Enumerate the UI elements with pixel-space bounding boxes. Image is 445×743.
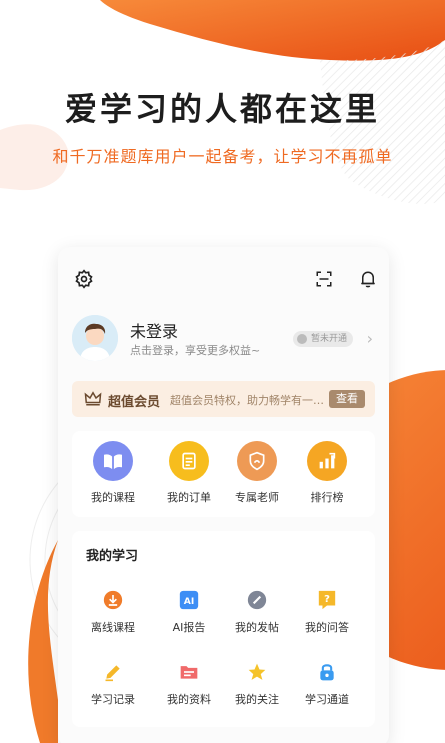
post-icon: [246, 589, 268, 611]
avatar[interactable]: [72, 315, 118, 361]
app-screen-card: 未登录 点击登录，享受更多权益~ 暂未开通 › 超值会员 超值会员特权，助力畅学…: [58, 247, 389, 743]
folder-icon: [178, 661, 200, 683]
vip-status-badge: 暂未开通: [292, 331, 353, 347]
study-item-my-materials[interactable]: 我的资料: [154, 661, 224, 707]
quick-item-ranking[interactable]: 排行榜: [292, 441, 362, 505]
quick-item-orders[interactable]: 我的订单: [154, 441, 224, 505]
svg-text:?: ?: [324, 594, 330, 605]
vip-icon: [296, 334, 307, 344]
download-icon: [102, 589, 124, 611]
settings-icon[interactable]: [70, 265, 98, 293]
quick-label: 我的课程: [91, 491, 135, 504]
teacher-icon: [237, 441, 277, 481]
study-item-my-follows[interactable]: 我的关注: [222, 661, 292, 707]
member-view-button[interactable]: 查看: [329, 390, 365, 408]
bell-icon[interactable]: [354, 265, 382, 293]
study-label: 学习通道: [305, 693, 349, 706]
study-item-learning-record[interactable]: 学习记录: [78, 661, 148, 707]
study-label: 离线课程: [91, 621, 135, 634]
ranking-icon: [307, 441, 347, 481]
study-label: AI报告: [172, 621, 206, 634]
svg-text:AI: AI: [184, 596, 195, 607]
lock-icon: [316, 661, 338, 683]
study-label: 我的资料: [167, 693, 211, 706]
pencil-icon: [102, 661, 124, 683]
study-item-my-posts[interactable]: 我的发帖: [222, 589, 292, 635]
hero-title: 爱学习的人都在这里: [64, 90, 380, 128]
hero-subtitle: 和千万准题库用户一起备考，让学习不再孤单: [52, 147, 393, 166]
book-icon: [93, 441, 133, 481]
ai-report-icon: AI: [178, 589, 200, 611]
study-label: 学习记录: [91, 693, 135, 706]
vip-status-label: 暂未开通: [310, 334, 347, 344]
study-label: 我的关注: [235, 693, 279, 706]
quick-entry-grid: 我的课程 我的订单 专属老师 排行榜: [72, 431, 375, 517]
top-bar: [58, 265, 389, 293]
login-tip: 点击登录，享受更多权益~: [130, 344, 261, 357]
member-desc: 超值会员特权，助力畅学有一…: [170, 394, 324, 407]
my-study-section: 我的学习 离线课程 AI AI报告 我的发帖 ? 我的问答 学习记录 我的资料 …: [72, 531, 375, 727]
study-item-offline-courses[interactable]: 离线课程: [78, 589, 148, 635]
study-item-ai-report[interactable]: AI AI报告: [154, 589, 224, 635]
quick-label: 我的订单: [167, 491, 211, 504]
scan-icon[interactable]: [310, 265, 338, 293]
quick-item-teacher[interactable]: 专属老师: [222, 441, 292, 505]
question-icon: ?: [316, 589, 338, 611]
order-icon: [169, 441, 209, 481]
chevron-right-icon: ›: [366, 329, 373, 348]
section-title: 我的学习: [86, 549, 139, 564]
quick-label: 排行榜: [310, 491, 344, 504]
profile-row[interactable]: 未登录 点击登录，享受更多权益~ 暂未开通 ›: [72, 315, 375, 361]
member-banner[interactable]: 超值会员 超值会员特权，助力畅学有一… 查看: [72, 381, 375, 417]
member-title: 超值会员: [108, 395, 161, 410]
star-icon: [246, 661, 268, 683]
study-label: 我的发帖: [235, 621, 279, 634]
quick-label: 专属老师: [235, 491, 279, 504]
quick-item-courses[interactable]: 我的课程: [78, 441, 148, 505]
username: 未登录: [130, 322, 179, 341]
study-label: 我的问答: [305, 621, 349, 634]
study-item-study-channel[interactable]: 学习通道: [292, 661, 362, 707]
crown-icon: [84, 390, 102, 410]
study-item-my-qa[interactable]: ? 我的问答: [292, 589, 362, 635]
